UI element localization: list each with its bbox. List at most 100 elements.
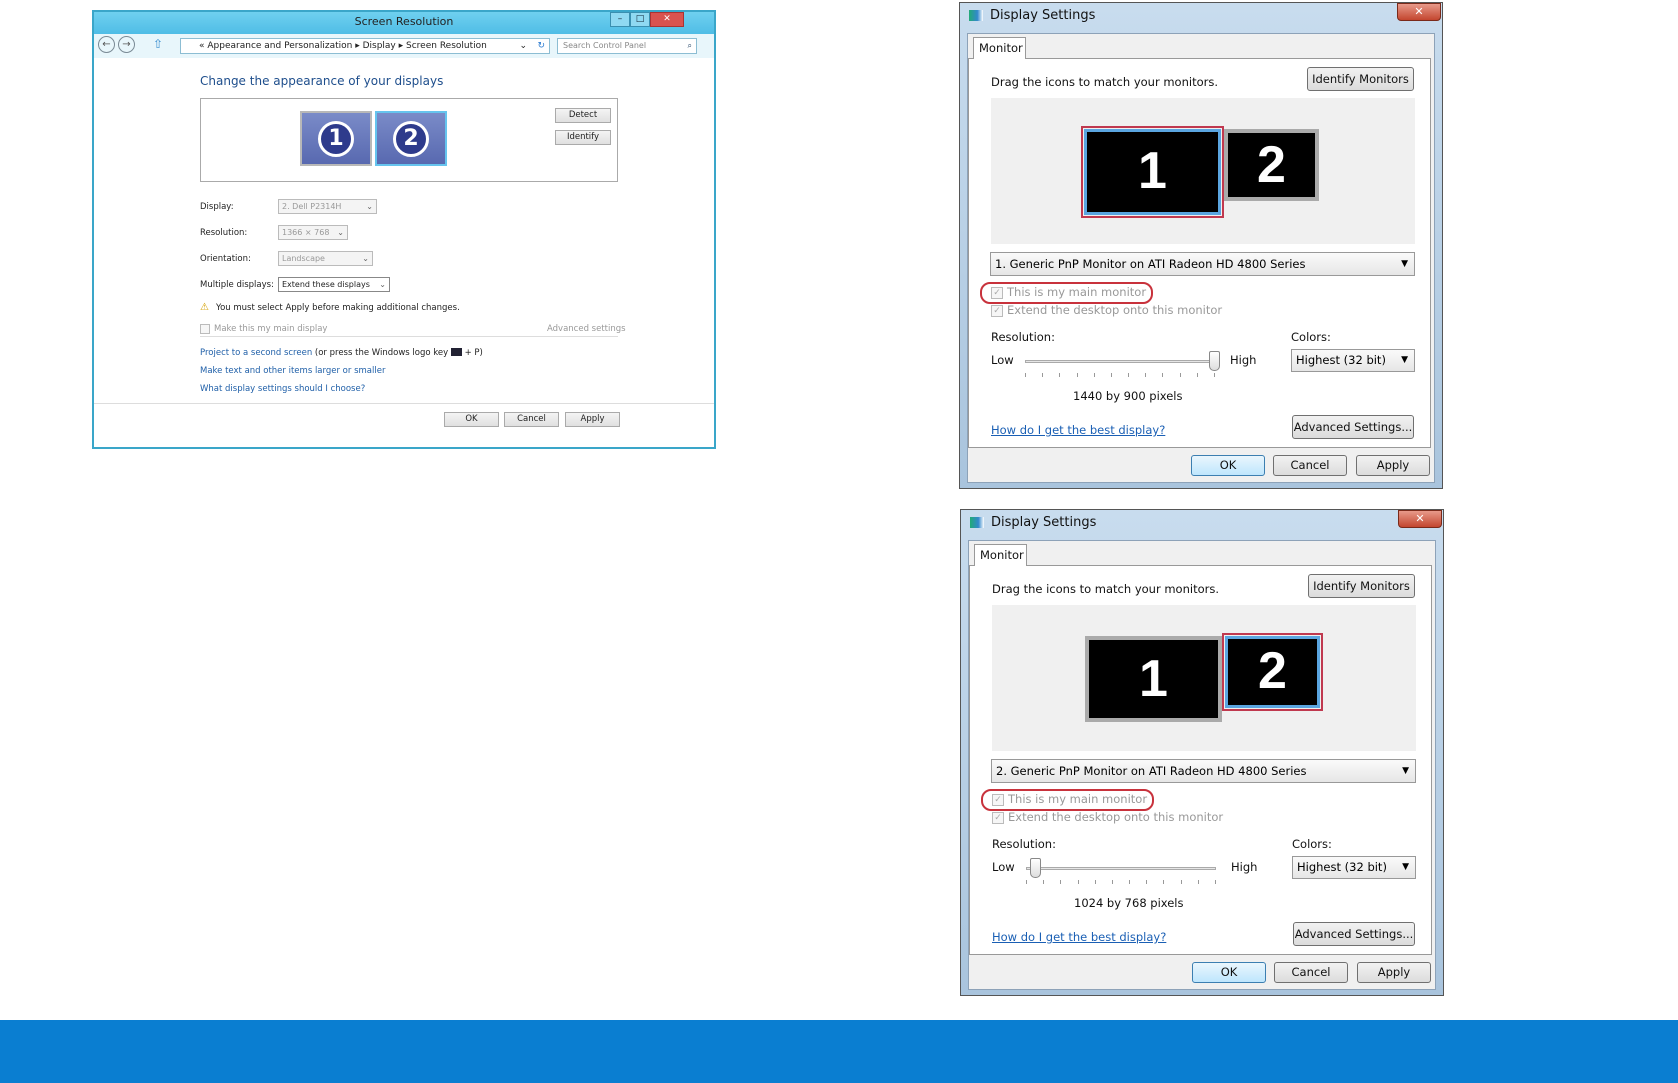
monitor-1[interactable]: 1	[1085, 636, 1222, 722]
search-input[interactable]: Search Control Panel ⌕	[557, 38, 697, 54]
slider-tick	[1179, 373, 1181, 377]
apply-button[interactable]: Apply	[1357, 962, 1431, 983]
display-select[interactable]: 2. Dell P2314H ⌄	[278, 199, 377, 214]
orientation-label: Orientation:	[200, 254, 251, 264]
slider-tick	[1094, 880, 1096, 884]
dropdown-arrow-icon: ▼	[1401, 355, 1408, 365]
monitor-number: 1	[318, 121, 354, 157]
apply-button[interactable]: Apply	[1356, 455, 1430, 476]
advanced-settings-button[interactable]: Advanced Settings...	[1292, 415, 1414, 439]
advanced-settings-link[interactable]: Advanced settings	[547, 324, 626, 334]
breadcrumb-item[interactable]: Screen Resolution	[406, 41, 487, 51]
refresh-icon[interactable]: ↻	[537, 39, 545, 53]
slider-tick	[1180, 880, 1182, 884]
orientation-value: Landscape	[282, 254, 325, 263]
slider-high-label: High	[1230, 353, 1257, 367]
display-settings-dialog: Display Settings ✕ Monitor Drag the icon…	[960, 509, 1444, 996]
main-monitor-label: This is my main monitor	[1007, 285, 1147, 299]
monitor-1[interactable]: 1	[300, 111, 372, 166]
identify-monitors-button[interactable]: Identify Monitors	[1307, 67, 1414, 91]
slider-low-label: Low	[992, 860, 1015, 874]
slider-tick	[1042, 373, 1044, 377]
warning-icon: ⚠	[200, 302, 209, 313]
resolution-slider-thumb[interactable]	[1030, 858, 1042, 878]
slider-tick	[1111, 880, 1113, 884]
colors-select[interactable]: Highest (32 bit) ▼	[1291, 349, 1415, 372]
ok-button[interactable]: OK	[1191, 455, 1265, 476]
tab-monitor[interactable]: Monitor	[973, 37, 1026, 59]
extend-desktop-label: Extend the desktop onto this monitor	[1007, 303, 1223, 317]
breadcrumb-item[interactable]: Display	[363, 41, 396, 51]
ok-button[interactable]: OK	[1192, 962, 1266, 983]
close-button[interactable]: ✕	[650, 12, 684, 27]
monitor-2[interactable]: 2	[1224, 129, 1319, 201]
slider-tick	[1043, 880, 1045, 884]
colors-value: Highest (32 bit)	[1296, 353, 1386, 367]
minimize-button[interactable]: –	[610, 12, 630, 27]
slider-tick	[1197, 880, 1199, 884]
display-value: 2. Dell P2314H	[282, 202, 342, 211]
help-link[interactable]: What display settings should I choose?	[200, 384, 365, 394]
chevron-down-icon[interactable]: ⌄	[519, 39, 527, 53]
slider-tick	[1026, 880, 1027, 884]
search-icon: ⌕	[687, 41, 692, 50]
monitor-number: 2	[393, 121, 429, 157]
monitor-select[interactable]: 1. Generic PnP Monitor on ATI Radeon HD …	[990, 252, 1415, 276]
main-monitor-label: This is my main monitor	[1008, 792, 1148, 806]
breadcrumb[interactable]: « Appearance and Personalization ▸ Displ…	[180, 38, 550, 54]
close-button[interactable]: ✕	[1397, 3, 1441, 21]
monitor-1[interactable]: 1	[1081, 126, 1224, 218]
resolution-slider-thumb[interactable]	[1209, 351, 1220, 371]
close-button[interactable]: ✕	[1398, 510, 1442, 528]
orientation-select[interactable]: Landscape ⌄	[278, 251, 373, 266]
cancel-button[interactable]: Cancel	[1274, 962, 1348, 983]
resolution-label: Resolution:	[991, 330, 1055, 344]
colors-select[interactable]: Highest (32 bit) ▼	[1292, 856, 1416, 879]
identify-monitors-button[interactable]: Identify Monitors	[1308, 574, 1415, 598]
best-display-link[interactable]: How do I get the best display?	[991, 423, 1165, 437]
main-monitor-checkbox[interactable]: ✓	[992, 794, 1004, 806]
tab-monitor[interactable]: Monitor	[974, 544, 1027, 566]
monitor-2[interactable]: 2	[375, 111, 447, 166]
monitor-select[interactable]: 2. Generic PnP Monitor on ATI Radeon HD …	[991, 759, 1416, 783]
multiple-displays-value: Extend these displays	[282, 280, 370, 289]
main-display-checkbox[interactable]	[200, 324, 210, 334]
slider-tick	[1196, 373, 1198, 377]
apply-button[interactable]: Apply	[565, 412, 620, 427]
extend-desktop-checkbox[interactable]: ✓	[991, 305, 1003, 317]
extend-desktop-checkbox[interactable]: ✓	[992, 812, 1004, 824]
text-size-link[interactable]: Make text and other items larger or smal…	[200, 366, 385, 376]
monitor-2[interactable]: 2	[1222, 633, 1323, 711]
slider-tick	[1128, 373, 1130, 377]
maximize-button[interactable]: □	[630, 12, 650, 27]
main-monitor-checkbox[interactable]: ✓	[991, 287, 1003, 299]
resolution-label: Resolution:	[992, 837, 1056, 851]
project-hint-end: + P)	[464, 348, 483, 358]
multiple-displays-select[interactable]: Extend these displays ⌄	[278, 277, 390, 292]
up-arrow-icon[interactable]: ⇧	[153, 37, 163, 51]
ok-button[interactable]: OK	[444, 412, 499, 427]
cancel-button[interactable]: Cancel	[504, 412, 559, 427]
slider-tick	[1145, 373, 1147, 377]
slider-tick	[1076, 373, 1078, 377]
slider-tick	[1162, 373, 1164, 377]
slider-tick	[1059, 373, 1061, 377]
project-link[interactable]: Project to a second screen	[200, 348, 312, 358]
resolution-select[interactable]: 1366 × 768 ⌄	[278, 225, 348, 240]
slider-tick	[1093, 373, 1095, 377]
resolution-slider-track[interactable]	[1026, 867, 1216, 870]
divider	[200, 336, 618, 337]
slider-tick	[1025, 373, 1026, 377]
footer-divider	[94, 403, 714, 404]
resolution-slider-track[interactable]	[1025, 360, 1215, 363]
detect-button[interactable]: Detect	[555, 108, 611, 123]
forward-button[interactable]: →	[118, 36, 135, 53]
best-display-link[interactable]: How do I get the best display?	[992, 930, 1166, 944]
breadcrumb-item[interactable]: Appearance and Personalization	[207, 41, 352, 51]
advanced-settings-button[interactable]: Advanced Settings...	[1293, 922, 1415, 946]
windows-logo-icon	[450, 348, 462, 356]
cancel-button[interactable]: Cancel	[1273, 455, 1347, 476]
identify-button[interactable]: Identify	[555, 130, 611, 145]
slider-tick	[1146, 880, 1148, 884]
back-button[interactable]: ←	[98, 36, 115, 53]
